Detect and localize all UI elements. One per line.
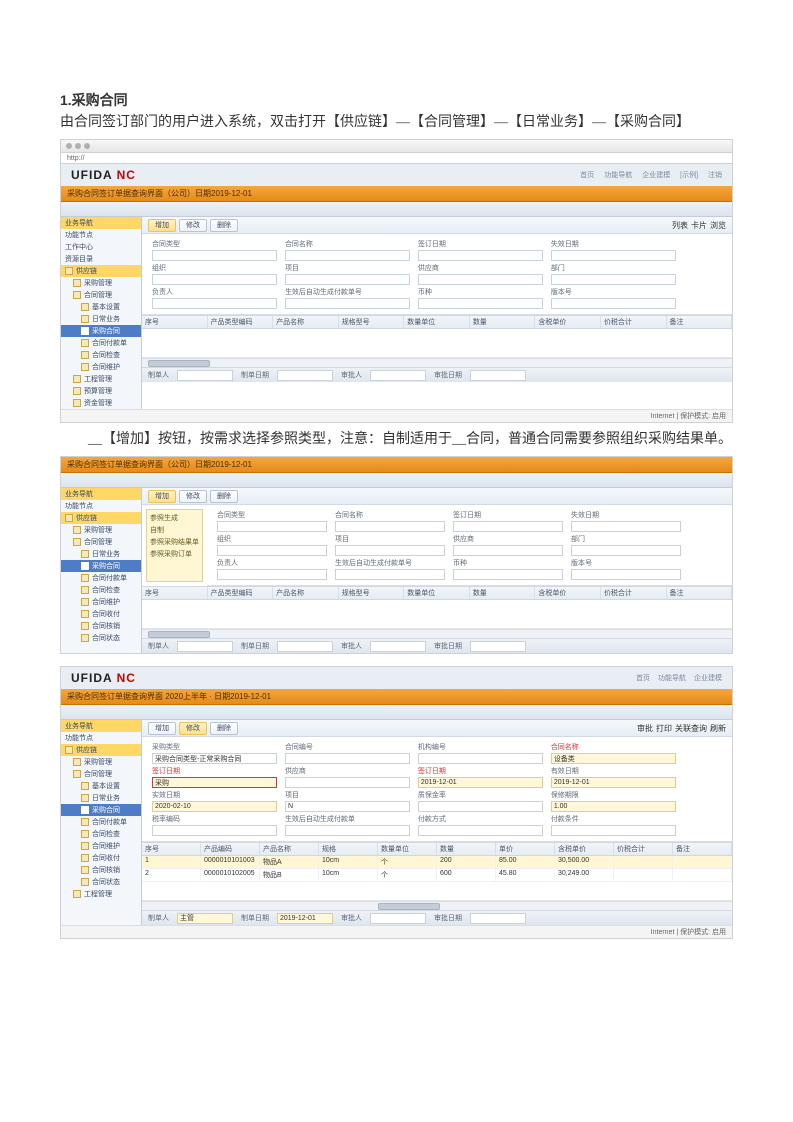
sidebar[interactable]: 业务导航 功能节点 工作中心 资源目录 供应链 采购管理 合同管理 基本设置 日… <box>61 217 142 409</box>
sidebar-item[interactable]: 日常业务 <box>61 313 141 325</box>
section-heading: 1.采购合同 <box>60 90 733 110</box>
sidebar-item-selected[interactable]: 采购合同 <box>61 325 141 337</box>
paragraph-2: __【增加】按钮，按需求选择参照类型，注意：自制适用于__合同，普通合同需要参照… <box>60 429 733 450</box>
screenshot-3: UFIDA NC 首页功能导航企业建模 采购合同签订单据查询界面 2020上半年… <box>60 666 733 939</box>
sidebar-item[interactable]: 合同管理 <box>61 289 141 301</box>
table-row[interactable]: 2 0000010102005 物品B 10cm 个 600 45.80 30,… <box>142 869 732 882</box>
screenshot-1: http:// UFIDA NC 首页 功能导航 企业建模 [示例] 注销 采购… <box>60 139 733 423</box>
add-button[interactable]: 增加 <box>148 490 176 503</box>
table-row[interactable]: 1 0000010101003 物品A 10cm 个 200 85.00 30,… <box>142 856 732 869</box>
sidebar-item[interactable]: 基本设置 <box>61 301 141 313</box>
form-area: 合同类型 合同名称 签订日期 失效日期 组织 项目 供应商 部门 负责人 生效后… <box>142 234 732 315</box>
top-nav[interactable]: 首页 功能导航 企业建模 [示例] 注销 <box>572 170 722 180</box>
sidebar-header: 业务导航 <box>61 217 141 229</box>
sidebar-supply-chain[interactable]: 供应链 <box>61 265 141 277</box>
edit-button[interactable]: 修改 <box>179 219 207 232</box>
tab-strip[interactable] <box>61 202 732 217</box>
main-toolbar: 增加 修改 删除 列表 卡片 浏览 <box>142 217 732 234</box>
intro-paragraph: 由合同签订部门的用户进入系统，双击打开【供应链】—【合同管理】—【日常业务】—【… <box>60 112 733 133</box>
window-title: 采购合同签订单据查询界面（公司）日期2019-12-01 <box>61 186 732 202</box>
logo: UFIDA NC <box>71 168 136 182</box>
ie-status-bar: Internet | 保护模式: 启用 <box>61 409 732 422</box>
browser-chrome <box>61 140 732 153</box>
delete-button[interactable]: 删除 <box>210 219 238 232</box>
sidebar-item[interactable]: 采购管理 <box>61 277 141 289</box>
add-button[interactable]: 增加 <box>148 219 176 232</box>
address-bar[interactable]: http:// <box>61 153 732 164</box>
add-type-dropdown[interactable]: 参照生成 自制 参照采购结果单 参照采购订单 <box>146 509 203 582</box>
screenshot-2: 采购合同签订单据查询界面（公司）日期2019-12-01 业务导航 功能节点 供… <box>60 456 733 654</box>
data-grid[interactable]: 序号 产品类型编码 产品名称 规格型号 数量单位 数量 含税单价 价税合计 备注 <box>142 315 732 367</box>
